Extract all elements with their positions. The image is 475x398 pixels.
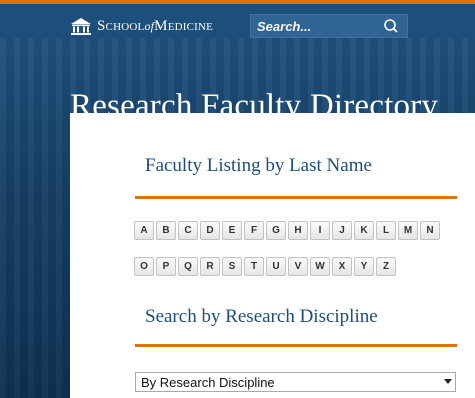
letter-button-k[interactable]: K [354,221,374,240]
letter-button-c[interactable]: C [178,221,198,240]
letter-button-p[interactable]: P [156,257,176,276]
letter-button-u[interactable]: U [266,257,286,276]
search-icon[interactable] [383,18,399,34]
letter-button-l[interactable]: L [376,221,396,240]
search-input[interactable] [257,17,377,35]
letter-button-r[interactable]: R [200,257,220,276]
letter-button-w[interactable]: W [310,257,330,276]
rotunda-icon [71,18,91,35]
letter-button-j[interactable]: J [332,221,352,240]
letter-button-b[interactable]: B [156,221,176,240]
content-panel: Faculty Listing by Last Name ABCDEFGHIJK… [70,113,475,398]
school-logo[interactable]: SchoolofMedicine [70,16,213,36]
header-bar: SchoolofMedicine [0,4,475,38]
logo-text: SchoolofMedicine [97,17,214,34]
letter-button-h[interactable]: H [288,221,308,240]
letter-row-a-n: ABCDEFGHIJKLMN [134,221,440,240]
letter-button-i[interactable]: I [310,221,330,240]
letter-button-s[interactable]: S [222,257,242,276]
letter-button-g[interactable]: G [266,221,286,240]
letter-button-o[interactable]: O [134,257,154,276]
search-box[interactable] [250,14,408,38]
select-value: By Research Discipline [141,375,275,390]
letter-button-e[interactable]: E [222,221,242,240]
letter-button-d[interactable]: D [200,221,220,240]
letter-button-v[interactable]: V [288,257,308,276]
research-discipline-heading: Search by Research Discipline [145,306,378,327]
letter-button-z[interactable]: Z [376,257,396,276]
letter-button-t[interactable]: T [244,257,264,276]
section-divider [135,196,457,199]
letter-row-o-z: OPQRSTUVWXYZ [134,257,396,276]
section-divider [135,344,457,347]
faculty-listing-heading: Faculty Listing by Last Name [145,155,372,176]
letter-button-n[interactable]: N [420,221,440,240]
letter-button-x[interactable]: X [332,257,352,276]
dropdown-arrow-icon[interactable] [441,373,455,391]
letter-button-f[interactable]: F [244,221,264,240]
letter-button-y[interactable]: Y [354,257,374,276]
letter-button-q[interactable]: Q [178,257,198,276]
research-discipline-select[interactable]: By Research Discipline [135,372,456,392]
letter-button-a[interactable]: A [134,221,154,240]
letter-button-m[interactable]: M [398,221,418,240]
